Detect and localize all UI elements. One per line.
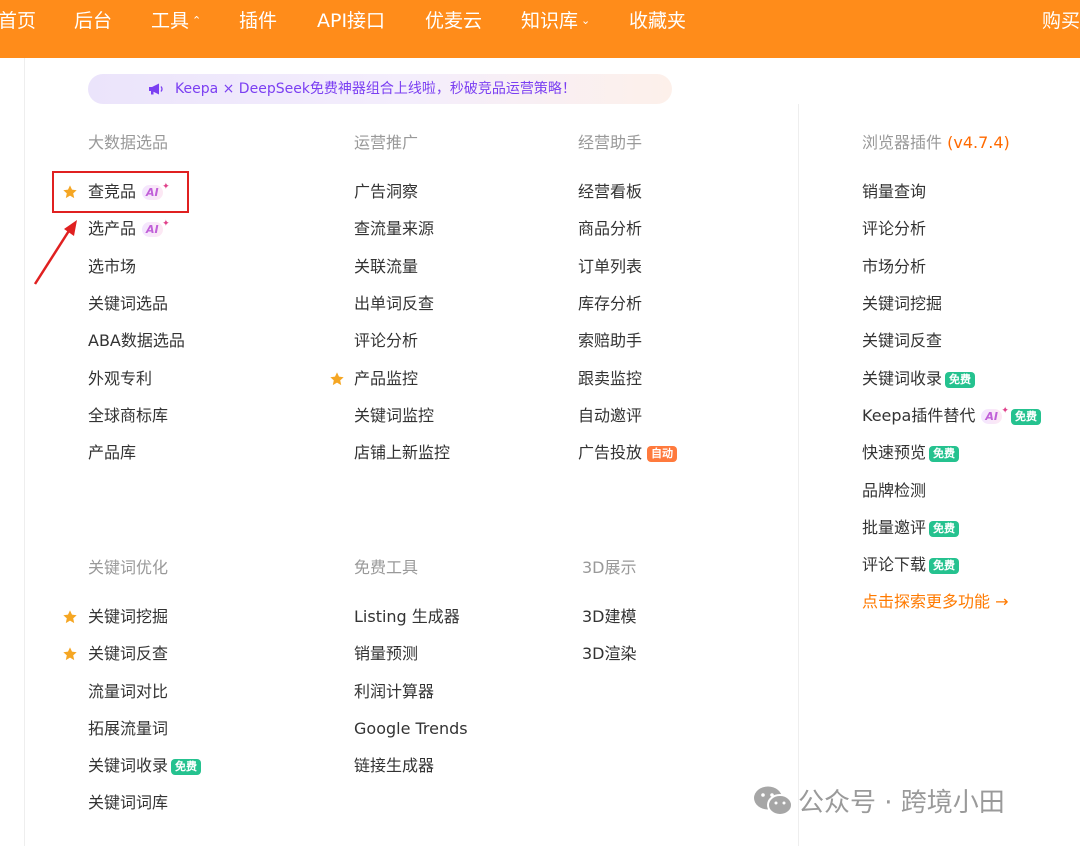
section-title-operations: 运营推广	[354, 133, 419, 152]
menu-item-store-new-monitor[interactable]: 店铺上新监控	[354, 442, 450, 464]
nav-purchase[interactable]: 购买	[1042, 8, 1080, 34]
sparkle-icon: ✦	[1001, 406, 1009, 416]
menu-item-traffic-source[interactable]: 查流量来源	[354, 218, 434, 240]
menu-item-brand-check[interactable]: 品牌检测	[862, 480, 926, 502]
section-title-3d: 3D展示	[582, 558, 637, 577]
menu-item-keyword-library[interactable]: 关键词词库	[88, 792, 168, 814]
menu-item-product-monitor[interactable]: 产品监控	[354, 368, 418, 390]
nav-home[interactable]: 首页	[0, 8, 36, 34]
menu-item-review-analysis[interactable]: 评论分析	[354, 330, 418, 352]
nav-api[interactable]: API接口	[317, 8, 385, 34]
wechat-icon	[754, 786, 793, 816]
nav-tools[interactable]: 工具 ⌃	[151, 8, 201, 34]
menu-item-google-trends[interactable]: Google Trends	[354, 718, 468, 740]
menu-item-keepa-alternative[interactable]: Keepa插件替代 AI ✦ 免费	[862, 405, 1041, 427]
highlight-box	[52, 171, 189, 213]
menu-item-ad-insight[interactable]: 广告洞察	[354, 181, 418, 203]
plugin-version: (v4.7.4)	[947, 133, 1010, 152]
menu-item-sales-forecast[interactable]: 销量预测	[354, 643, 418, 665]
menu-item-inventory-analysis[interactable]: 库存分析	[578, 293, 642, 315]
ai-badge: AI ✦	[981, 406, 1009, 424]
menu-item-keyword-mining[interactable]: 关键词挖掘	[88, 606, 168, 628]
star-icon	[63, 610, 77, 624]
nav-plugins[interactable]: 插件	[239, 8, 277, 34]
ai-badge: AI ✦	[142, 219, 170, 237]
menu-item-3d-modeling[interactable]: 3D建模	[582, 606, 637, 628]
free-badge: 免费	[929, 446, 960, 462]
free-badge: 免费	[171, 759, 202, 775]
column-divider	[798, 104, 799, 846]
section-title-business: 经营助手	[578, 133, 643, 152]
auto-badge: 自动	[647, 446, 678, 462]
menu-item-auto-review-request[interactable]: 自动邀评	[578, 405, 642, 427]
nav-knowledge-base[interactable]: 知识库 ⌄	[521, 8, 590, 34]
explore-more-link[interactable]: 点击探索更多功能 →	[862, 591, 1009, 613]
free-badge: 免费	[929, 521, 960, 537]
free-badge: 免费	[945, 372, 976, 388]
menu-item-keyword-reverse[interactable]: 关键词反查	[88, 643, 168, 665]
menu-item-plugin-review-analysis[interactable]: 评论分析	[862, 218, 926, 240]
menu-item-link-generator[interactable]: 链接生成器	[354, 755, 434, 777]
menu-item-batch-review-request[interactable]: 批量邀评 免费	[862, 517, 960, 539]
watermark: 公众号 · 跨境小田	[752, 783, 1005, 823]
nav-favorites[interactable]: 收藏夹	[629, 8, 686, 34]
menu-item-expand-traffic-keyword[interactable]: 拓展流量词	[88, 718, 168, 740]
menu-item-select-product[interactable]: 选产品 AI ✦	[88, 218, 170, 240]
menu-item-order-keyword-reverse[interactable]: 出单词反查	[354, 293, 434, 315]
menu-item-aba-data[interactable]: ABA数据选品	[88, 330, 185, 352]
nav-backend[interactable]: 后台	[74, 8, 112, 34]
red-arrow-icon	[33, 220, 77, 285]
menu-item-quick-preview[interactable]: 快速预览 免费	[862, 442, 960, 464]
menu-item-keyword-monitor[interactable]: 关键词监控	[354, 405, 434, 427]
left-edge-divider	[24, 58, 25, 846]
menu-item-ad-placement[interactable]: 广告投放 自动	[578, 442, 678, 464]
sparkle-icon: ✦	[162, 219, 170, 229]
menu-item-traffic-keyword-compare[interactable]: 流量词对比	[88, 681, 168, 703]
menu-item-plugin-keyword-index[interactable]: 关键词收录 免费	[862, 368, 976, 390]
menu-item-product-library[interactable]: 产品库	[88, 442, 136, 464]
menu-item-sales-query[interactable]: 销量查询	[862, 181, 926, 203]
nav-youmaiyun[interactable]: 优麦云	[425, 8, 482, 34]
menu-item-global-trademark[interactable]: 全球商标库	[88, 405, 168, 427]
section-title-big-data: 大数据选品	[88, 133, 169, 152]
menu-item-3d-rendering[interactable]: 3D渲染	[582, 643, 637, 665]
chevron-up-icon: ⌃	[192, 14, 202, 27]
menu-item-keyword-select[interactable]: 关键词选品	[88, 293, 168, 315]
megaphone-icon	[149, 83, 163, 95]
announcement-banner[interactable]: Keepa × DeepSeek免费神器组合上线啦，秒破竞品运营策略！	[88, 74, 672, 104]
menu-item-business-dashboard[interactable]: 经营看板	[578, 181, 642, 203]
menu-item-hijack-monitor[interactable]: 跟卖监控	[578, 368, 642, 390]
banner-text: Keepa × DeepSeek免费神器组合上线啦，秒破竞品运营策略！	[175, 81, 576, 97]
menu-item-related-traffic[interactable]: 关联流量	[354, 256, 418, 278]
free-badge: 免费	[929, 558, 960, 574]
menu-item-listing-generator[interactable]: Listing 生成器	[354, 606, 460, 628]
star-icon	[330, 372, 344, 386]
free-badge: 免费	[1010, 409, 1041, 425]
top-nav-bar: 首页 后台 工具 ⌃ 插件 API接口 优麦云 知识库 ⌄ 收藏夹 购买	[0, 0, 1080, 58]
menu-item-market-analysis[interactable]: 市场分析	[862, 256, 926, 278]
menu-item-review-download[interactable]: 评论下载 免费	[862, 554, 960, 576]
menu-item-plugin-keyword-reverse[interactable]: 关键词反查	[862, 330, 942, 352]
chevron-down-icon: ⌄	[581, 14, 591, 27]
menu-item-design-patent[interactable]: 外观专利	[88, 368, 152, 390]
menu-item-product-analysis[interactable]: 商品分析	[578, 218, 642, 240]
menu-item-profit-calculator[interactable]: 利润计算器	[354, 681, 434, 703]
menu-item-select-market[interactable]: 选市场	[88, 256, 136, 278]
menu-item-keyword-index[interactable]: 关键词收录 免费	[88, 755, 202, 777]
section-title-free-tools: 免费工具	[354, 558, 419, 577]
section-title-plugin: 浏览器插件 (v4.7.4)	[862, 133, 1010, 152]
menu-item-plugin-keyword-mining[interactable]: 关键词挖掘	[862, 293, 942, 315]
menu-item-order-list[interactable]: 订单列表	[578, 256, 642, 278]
section-title-keyword: 关键词优化	[88, 558, 169, 577]
menu-item-claim-assistant[interactable]: 索赔助手	[578, 330, 642, 352]
star-icon	[63, 647, 77, 661]
